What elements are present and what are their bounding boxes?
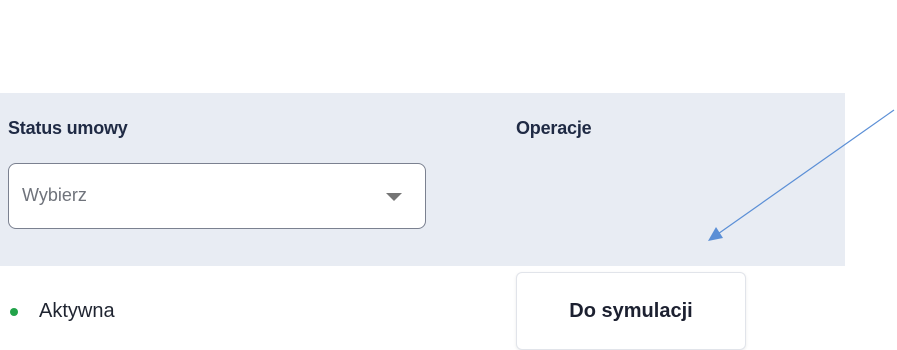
page: Status umowy Operacje Wybierz Aktywna Do… xyxy=(0,0,897,350)
status-filter-select[interactable]: Wybierz xyxy=(8,163,426,229)
to-simulation-button[interactable]: Do symulacji xyxy=(516,272,746,350)
status-filter-selected-value: Wybierz xyxy=(22,185,87,205)
chevron-down-icon[interactable] xyxy=(386,193,402,201)
active-status-dot xyxy=(10,308,18,316)
operations-column-header: Operacje xyxy=(516,118,592,138)
contract-status-text: Aktywna xyxy=(39,300,115,322)
status-column-header: Status umowy xyxy=(8,118,128,138)
